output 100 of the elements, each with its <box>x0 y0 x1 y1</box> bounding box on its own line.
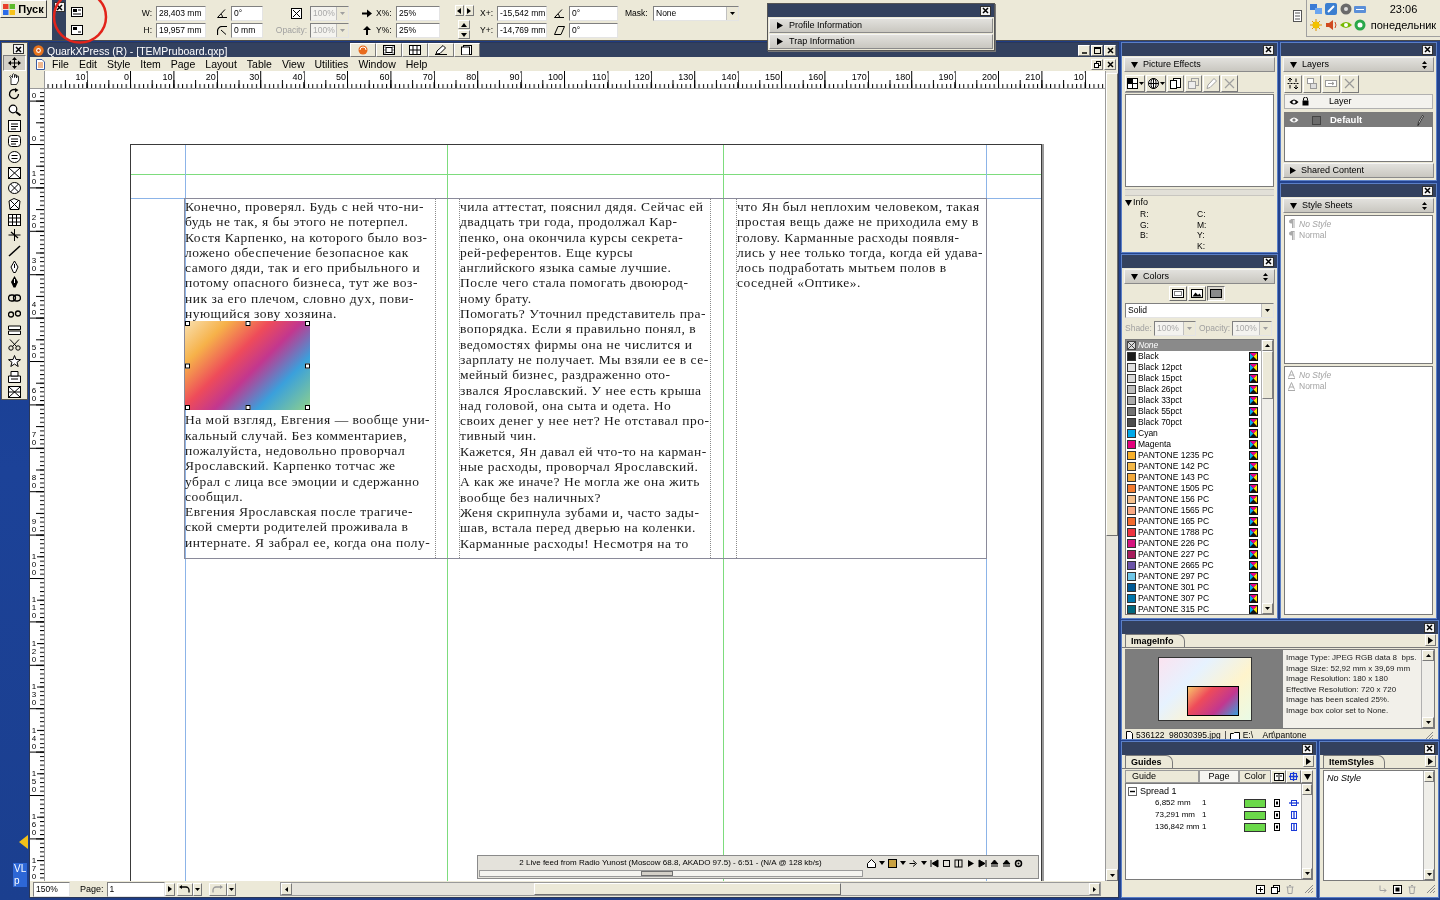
color-item[interactable]: PANTONE 226 PC <box>1126 538 1261 549</box>
color-item[interactable]: Black 55pct <box>1126 406 1261 417</box>
color-item[interactable]: Black 12pct <box>1126 362 1261 373</box>
color-item[interactable]: PANTONE 227 PC <box>1126 549 1261 560</box>
scroll-up-button[interactable] <box>1422 650 1434 661</box>
color-swatch[interactable] <box>1244 822 1266 832</box>
close-button[interactable] <box>1424 743 1435 754</box>
color-item[interactable]: Black 33pct <box>1126 395 1261 406</box>
menu-item[interactable]: Help <box>400 57 433 71</box>
color-item[interactable]: Black <box>1126 351 1261 362</box>
color-item[interactable]: PANTONE 301 PC <box>1126 582 1261 593</box>
close-button[interactable] <box>53 2 65 12</box>
scroll-down-button[interactable] <box>1106 869 1118 881</box>
resize-handle[interactable] <box>185 405 190 411</box>
nudge-left-button[interactable] <box>454 5 464 16</box>
corner-radius-field[interactable]: 0 mm <box>231 23 263 38</box>
menu-item[interactable]: File <box>47 57 74 71</box>
tool-button[interactable] <box>3 55 26 71</box>
color-item[interactable]: PANTONE 307 PC <box>1126 593 1261 604</box>
tree-label[interactable]: Spread 1 <box>1140 786 1177 796</box>
menu-item[interactable]: View <box>276 57 310 71</box>
new-style-icon[interactable] <box>1393 884 1402 894</box>
app-icon[interactable] <box>1324 3 1337 15</box>
color-item[interactable]: PANTONE 2665 PC <box>1126 560 1261 571</box>
menu-item[interactable]: Layout <box>200 57 242 71</box>
menu-item[interactable]: Utilities <box>309 57 354 71</box>
resize-grip-icon[interactable] <box>1304 884 1314 894</box>
resize-grip-icon[interactable] <box>1424 730 1434 739</box>
list-icon[interactable] <box>1293 10 1302 22</box>
arrow-icon[interactable] <box>909 858 918 868</box>
menu-item[interactable]: Table <box>241 57 277 71</box>
redo-menu-button[interactable] <box>226 882 236 896</box>
mask-dropdown[interactable]: None <box>653 6 739 21</box>
add-guide-icon[interactable] <box>1256 884 1265 894</box>
offset-x-field[interactable]: -15,542 mm <box>497 6 547 21</box>
close-button[interactable] <box>1263 256 1274 267</box>
palette-tab[interactable]: ItemStyles <box>1323 755 1386 768</box>
scroll-down-button[interactable] <box>1262 603 1273 614</box>
menu-item[interactable]: Window <box>353 57 401 71</box>
width-field[interactable]: 28,403 mm <box>156 6 206 21</box>
scroll-up-button[interactable] <box>1302 784 1312 795</box>
layer-row[interactable]: Default <box>1285 113 1432 127</box>
zoom-field[interactable]: 150% <box>33 881 70 897</box>
color-target-button[interactable] <box>1206 286 1225 301</box>
menu-item[interactable]: Item <box>135 57 166 71</box>
column-header[interactable]: Color <box>1239 770 1271 783</box>
speaker-icon[interactable] <box>1324 19 1337 31</box>
toolbar-button[interactable] <box>1167 74 1184 92</box>
globe-menu-button[interactable] <box>1146 74 1166 92</box>
color-swatch[interactable] <box>1244 798 1266 808</box>
eject-icon[interactable] <box>1002 858 1011 868</box>
palette-header[interactable]: Layers <box>1283 57 1434 72</box>
resize-grip-icon[interactable] <box>1426 884 1436 894</box>
scroll-down-button[interactable] <box>1422 717 1434 728</box>
scroll-left-button[interactable] <box>281 883 292 895</box>
fill-dropdown[interactable]: Solid <box>1125 303 1274 318</box>
color-item[interactable]: PANTONE 315 PC <box>1126 604 1261 614</box>
minimize-button[interactable] <box>1078 44 1090 56</box>
column-header-button[interactable] <box>1286 770 1301 783</box>
angle-field[interactable]: 0° <box>231 6 263 21</box>
ring-icon[interactable] <box>1354 19 1367 31</box>
color-item[interactable]: Black 26pct <box>1126 384 1261 395</box>
gear-icon[interactable] <box>1014 858 1023 868</box>
resize-handle[interactable] <box>305 321 310 327</box>
color-item[interactable]: PANTONE 143 PC <box>1126 472 1261 483</box>
play-icon[interactable] <box>966 858 975 868</box>
scroll-down-button[interactable] <box>1424 869 1434 880</box>
seek-track[interactable] <box>479 870 863 877</box>
view-button[interactable] <box>376 43 402 57</box>
palette-header[interactable]: Colors <box>1124 269 1275 284</box>
info-header[interactable]: Info <box>1125 198 1148 207</box>
color-item[interactable]: Black 15pct <box>1126 373 1261 384</box>
redo-button[interactable] <box>208 882 227 896</box>
color-item[interactable]: PANTONE 1565 PC <box>1126 505 1261 516</box>
copy-icon[interactable] <box>1271 884 1280 894</box>
square-icon[interactable] <box>1274 799 1280 807</box>
nudge-right-button[interactable] <box>464 5 474 16</box>
color-item[interactable]: Cyan <box>1126 428 1261 439</box>
color-item[interactable]: PANTONE 297 PC <box>1126 571 1261 582</box>
home-icon[interactable] <box>867 858 876 868</box>
color-item[interactable]: PANTONE 165 PC <box>1126 516 1261 527</box>
palette-header[interactable]: Shared Content <box>1283 163 1434 178</box>
skip-forward-icon[interactable] <box>978 858 987 868</box>
vertical-guide-icon[interactable] <box>1289 811 1299 819</box>
seek-thumb[interactable] <box>641 871 673 876</box>
palette-tab[interactable]: Guides <box>1125 755 1173 768</box>
close-button[interactable] <box>1424 622 1435 633</box>
offset-y-field[interactable]: -14,769 mm <box>497 23 547 38</box>
color-item[interactable]: PANTONE 1788 PC <box>1126 527 1261 538</box>
color-item[interactable]: PANTONE 1235 PC <box>1126 450 1261 461</box>
close-button[interactable] <box>1422 44 1433 55</box>
horizontal-guide-icon[interactable] <box>1289 799 1299 807</box>
resize-handle[interactable] <box>305 363 310 369</box>
picture-skew-field[interactable]: 0° <box>569 23 618 38</box>
color-item[interactable]: PANTONE 142 PC <box>1126 461 1261 472</box>
menu-item[interactable]: Style <box>102 57 136 71</box>
resize-handle[interactable] <box>245 321 250 327</box>
monitors-icon[interactable] <box>1310 3 1322 15</box>
menu-item[interactable]: Edit <box>73 57 102 71</box>
palette-menu-button[interactable] <box>1303 755 1314 767</box>
